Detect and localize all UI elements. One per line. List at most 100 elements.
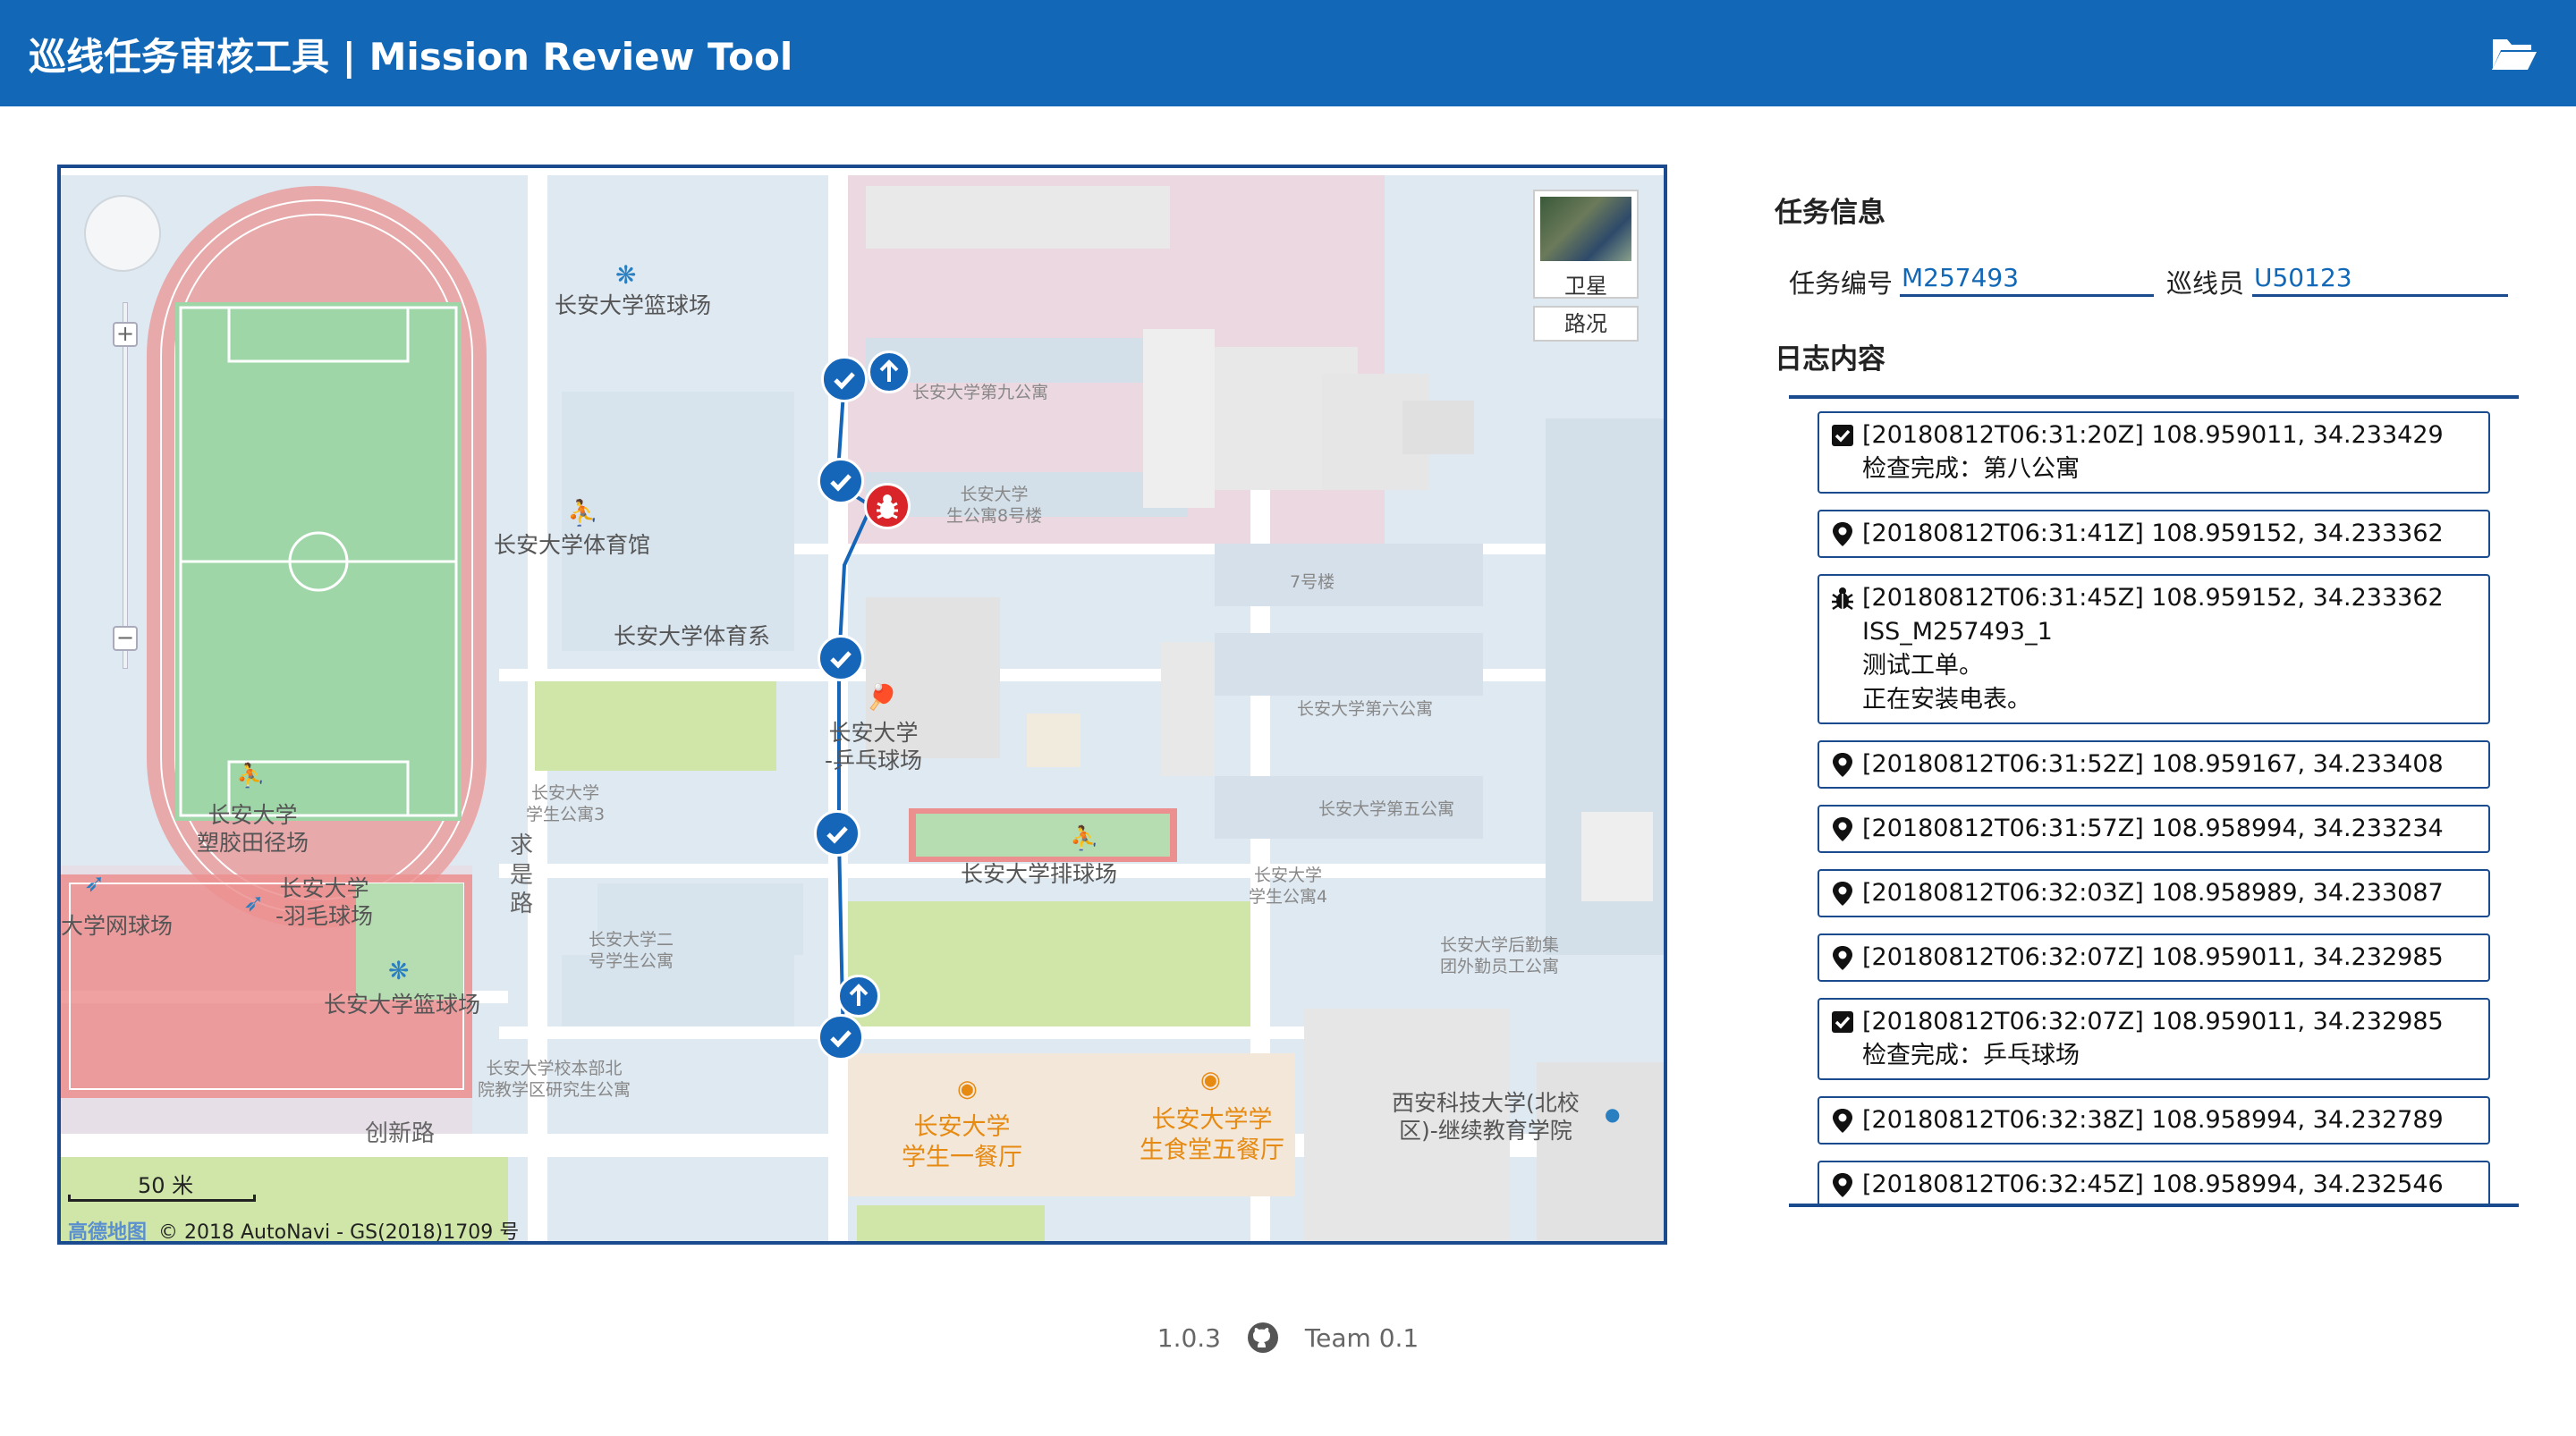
log-list: [20180812T06:31:20Z] 108.959011, 34.2334… <box>1818 411 2490 1204</box>
log-entry-detail: 测试工单。 <box>1862 652 1983 680</box>
route-check-marker[interactable] <box>814 810 860 857</box>
map-label-dorm6: 长安大学第六公寓 <box>1297 699 1434 719</box>
map-label-dorm3: 长安大学 学生公寓3 <box>526 783 606 824</box>
log-entry-detail: ISS_M257493_1 <box>1862 618 2053 646</box>
map-label-basketball-south: 长安大学篮球场 <box>324 992 481 1018</box>
log-entry-header: [20180812T06:31:20Z] 108.959011, 34.2334… <box>1862 421 2444 449</box>
github-icon[interactable] <box>1247 1322 1279 1354</box>
task-id-label: 任务编号 <box>1789 268 1894 299</box>
copyright-text: © 2018 AutoNavi - GS(2018)1709 号 <box>158 1221 520 1244</box>
gym-icon: ⛹ <box>567 498 598 528</box>
map-label-pe-dept: 长安大学体育系 <box>614 623 771 649</box>
log-entry[interactable]: [20180812T06:31:41Z] 108.959152, 34.2333… <box>1818 510 2490 558</box>
map-label-tennis: 大学网球场 <box>61 913 174 939</box>
map-label-dorm5: 长安大学第五公寓 <box>1318 799 1455 819</box>
map-label-bldg7: 7号楼 <box>1290 572 1335 592</box>
map-marker-icon <box>1830 520 1855 547</box>
map-marker-icon <box>1830 944 1855 971</box>
log-entry-header: [20180812T06:32:45Z] 108.958994, 34.2325… <box>1862 1170 2444 1198</box>
route-check-marker[interactable] <box>818 635 864 681</box>
map-label-grad-dorm: 长安大学校本部北 院教学区研究生公寓 <box>478 1059 631 1100</box>
bug-icon <box>1830 585 1855 612</box>
canteen5-icon: ◉ <box>1200 1067 1221 1094</box>
basketball-south-icon: ❋ <box>388 956 410 985</box>
log-entry-detail: 检查完成：第八公寓 <box>1862 455 2080 483</box>
map-marker-icon <box>1830 880 1855 907</box>
log-entry-detail: 正在安装电表。 <box>1862 686 2031 714</box>
map-label-xust: 西安科技大学(北校 区)-继续教育学院 <box>1392 1090 1580 1145</box>
log-entry[interactable]: [20180812T06:32:03Z] 108.958989, 34.2330… <box>1818 869 2490 917</box>
route-location-marker[interactable] <box>837 975 880 1018</box>
route-check-marker[interactable] <box>818 458 864 504</box>
team-label: Team 0.1 <box>1304 1322 1419 1353</box>
inspector-field[interactable] <box>2252 261 2508 297</box>
map-marker-icon <box>1830 751 1855 778</box>
map-pan-control[interactable] <box>84 195 161 272</box>
track-icon: ⛹ <box>236 763 266 790</box>
log-entry[interactable]: [20180812T06:32:07Z] 108.959011, 34.2329… <box>1818 998 2490 1080</box>
log-entry[interactable]: [20180812T06:32:45Z] 108.958994, 34.2325… <box>1818 1161 2490 1204</box>
canteen1-icon: ◉ <box>957 1076 978 1102</box>
map-label-canteen5: 长安大学学 生食堂五餐厅 <box>1140 1106 1284 1164</box>
satellite-label: 卫星 <box>1564 274 1607 299</box>
folder-open-icon[interactable] <box>2490 32 2538 73</box>
basketball-icon: ❋ <box>615 260 637 290</box>
log-entry-header: [20180812T06:31:45Z] 108.959152, 34.2333… <box>1862 584 2444 612</box>
provider-logo: 高德地图 <box>68 1221 148 1244</box>
log-entry[interactable]: [20180812T06:31:57Z] 108.958994, 34.2332… <box>1818 805 2490 853</box>
log-entry-header: [20180812T06:32:38Z] 108.958994, 34.2327… <box>1862 1106 2444 1134</box>
map-marker-icon <box>1830 1107 1855 1134</box>
footer: 1.0.3 Team 0.1 <box>0 1322 2576 1354</box>
map-label-canteen1: 长安大学 学生一餐厅 <box>902 1113 1022 1171</box>
log-entry-header: [20180812T06:32:03Z] 108.958989, 34.2330… <box>1862 879 2444 907</box>
satellite-thumbnail <box>1540 197 1631 261</box>
checkbox-checked-icon <box>1830 422 1855 449</box>
map-scale-bar <box>68 1195 256 1202</box>
log-title: 日志内容 <box>1775 343 1885 376</box>
zoom-out-button[interactable]: − <box>113 626 138 651</box>
log-entry-detail: 检查完成：乒乓球场 <box>1862 1042 2080 1069</box>
route-location-marker[interactable] <box>868 351 911 393</box>
bug-icon[interactable] <box>864 483 911 529</box>
log-entry-header: [20180812T06:32:07Z] 108.959011, 34.2329… <box>1862 1008 2444 1035</box>
map-label-badminton: 长安大学 -羽毛球场 <box>275 875 374 930</box>
log-entry[interactable]: [20180812T06:31:52Z] 108.959167, 34.2334… <box>1818 740 2490 789</box>
pingpong-icon: 🏓 <box>866 682 897 712</box>
log-entry-header: [20180812T06:31:52Z] 108.959167, 34.2334… <box>1862 750 2444 778</box>
log-entry-header: [20180812T06:32:07Z] 108.959011, 34.2329… <box>1862 943 2444 971</box>
map-marker-icon <box>1830 1171 1855 1198</box>
map-label-qiushi-road: 求 是 路 <box>510 832 534 917</box>
map-attribution: 高德地图 © 2018 AutoNavi - GS(2018)1709 号 <box>68 1216 520 1244</box>
tennis-icon: ➶ <box>84 868 106 898</box>
map-view[interactable]: 长安大学篮球场 长安大学第九公寓 长安大学 生公寓8号楼 长安大学体育馆 长安大… <box>57 165 1667 1245</box>
inspector-label: 巡线员 <box>2166 268 2245 299</box>
checkbox-checked-icon <box>1830 1009 1855 1035</box>
poi-dot-icon: ● <box>1605 1103 1621 1125</box>
map-label-dorm9: 长安大学第九公寓 <box>912 383 1049 402</box>
map-label-pingpong: 长安大学 -乒乓球场 <box>825 720 923 774</box>
route-check-marker[interactable] <box>818 1014 864 1060</box>
task-id-field[interactable] <box>1900 261 2154 297</box>
map-marker-icon <box>1830 815 1855 842</box>
map-label-chuangxin-road: 创新路 <box>365 1120 436 1147</box>
traffic-toggle[interactable]: 路况 <box>1533 306 1639 342</box>
log-entry[interactable]: [20180812T06:32:38Z] 108.958994, 34.2327… <box>1818 1096 2490 1145</box>
log-entry[interactable]: [20180812T06:32:07Z] 108.959011, 34.2329… <box>1818 933 2490 982</box>
log-entry-header: [20180812T06:31:41Z] 108.959152, 34.2333… <box>1862 519 2444 547</box>
map-label-gym: 长安大学体育馆 <box>494 532 651 558</box>
map-label-dorm4: 长安大学 学生公寓4 <box>1249 866 1328 907</box>
map-label-track: 长安大学 塑胶田径场 <box>197 802 309 857</box>
satellite-toggle[interactable]: 卫星 <box>1533 190 1639 299</box>
volleyball-icon: ⛹ <box>1070 825 1099 852</box>
map-label-houqin: 长安大学后勤集 团外勤员工公寓 <box>1440 935 1560 976</box>
app-title: 巡线任务审核工具 | Mission Review Tool <box>29 35 793 79</box>
route-check-marker[interactable] <box>821 356 868 402</box>
map-label-dorm2: 长安大学二 号学生公寓 <box>589 930 674 971</box>
log-entry[interactable]: [20180812T06:31:20Z] 108.959011, 34.2334… <box>1818 411 2490 494</box>
map-label-volleyball: 长安大学排球场 <box>961 861 1118 887</box>
log-entry[interactable]: [20180812T06:31:45Z] 108.959152, 34.2333… <box>1818 574 2490 724</box>
log-panel[interactable]: [20180812T06:31:20Z] 108.959011, 34.2334… <box>1789 395 2519 1207</box>
zoom-slider[interactable] <box>123 302 128 669</box>
zoom-in-button[interactable]: + <box>113 322 138 347</box>
task-info-title: 任务信息 <box>1775 197 1885 229</box>
